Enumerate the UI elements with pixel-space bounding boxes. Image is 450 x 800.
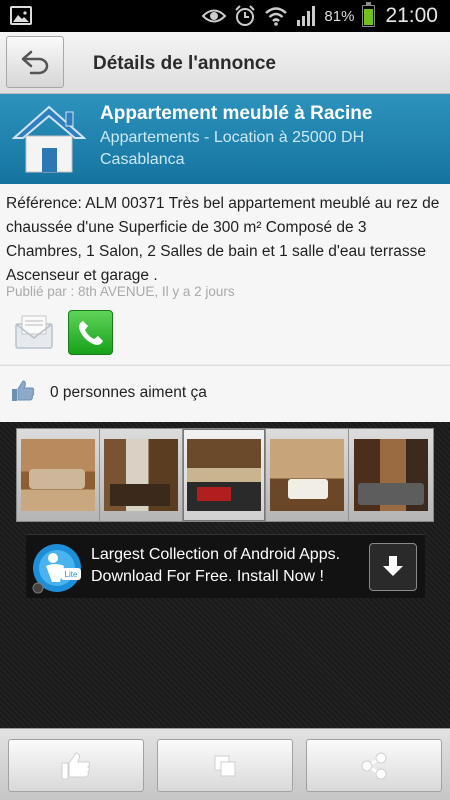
apartment-photo-1 [21,439,95,511]
back-arrow-icon [21,50,49,75]
copy-button[interactable] [157,739,293,792]
download-icon [383,556,403,576]
photo-gallery[interactable] [16,428,434,522]
apartment-photo-5 [353,439,428,511]
mail-icon [15,315,53,349]
gallery-photo[interactable] [17,429,100,521]
alarm-icon [235,5,256,26]
email-button[interactable] [12,312,56,352]
call-button[interactable] [68,310,113,355]
apartment-photo-4 [270,439,344,511]
signal-icon [297,6,316,26]
ad-line-2: Download For Free. Install Now ! [91,568,324,585]
like-icon [61,751,90,779]
listing-title: Appartement meublé à Racine [100,103,373,124]
apartment-photo-3 [187,439,261,511]
share-button[interactable] [306,739,442,792]
listing-description: Référence: ALM 00371 Très bel appartemen… [6,195,440,284]
copy-icon [214,755,236,776]
gallery-photo-selected[interactable] [183,429,266,521]
listing-category-price: Appartements - Location à 25000 DH [100,129,365,146]
logo-badge: Lite [65,570,78,579]
gallery-area: Lite Largest Collection of Android Apps.… [0,422,450,728]
app-logo-icon: Lite [32,544,81,594]
back-button[interactable] [6,36,64,88]
picture-icon [10,6,32,25]
listing-header: Appartement meublé à Racine Appartements… [0,94,450,184]
house-icon [12,105,86,173]
ad-banner[interactable]: Lite Largest Collection of Android Apps.… [26,534,425,598]
likes-row[interactable]: 0 personnes aiment ça [0,372,450,414]
status-bar: 81% 21:00 [0,0,450,32]
ad-line-1: Largest Collection of Android Apps. [91,546,341,563]
gallery-photo[interactable] [100,429,183,521]
ad-text: Largest Collection of Android Apps. Down… [91,544,340,588]
listing-city: Casablanca [100,151,185,168]
clock: 21:00 [385,4,438,27]
like-icon [12,380,35,401]
likes-count: 0 personnes aiment ça [50,384,207,401]
share-icon [361,752,387,779]
battery-percent: 81% [324,7,355,25]
phone-icon [78,320,103,345]
ad-download-button[interactable] [369,543,417,591]
published-by: Publié par : 8th AVENUE, Il y a 2 jours [6,284,235,299]
page-title: Détails de l'annonce [93,53,276,74]
app-header: Détails de l'annonce [0,32,450,94]
divider [0,363,450,366]
eye-icon [202,9,227,23]
listing-details: Référence: ALM 00371 Très bel appartemen… [0,184,450,422]
like-button[interactable] [8,739,144,792]
gallery-photo[interactable] [349,429,432,521]
wifi-icon [265,7,288,26]
battery-icon [362,2,376,27]
apartment-photo-2 [104,439,178,511]
bottom-action-bar [0,728,450,800]
gallery-photo[interactable] [266,429,349,521]
